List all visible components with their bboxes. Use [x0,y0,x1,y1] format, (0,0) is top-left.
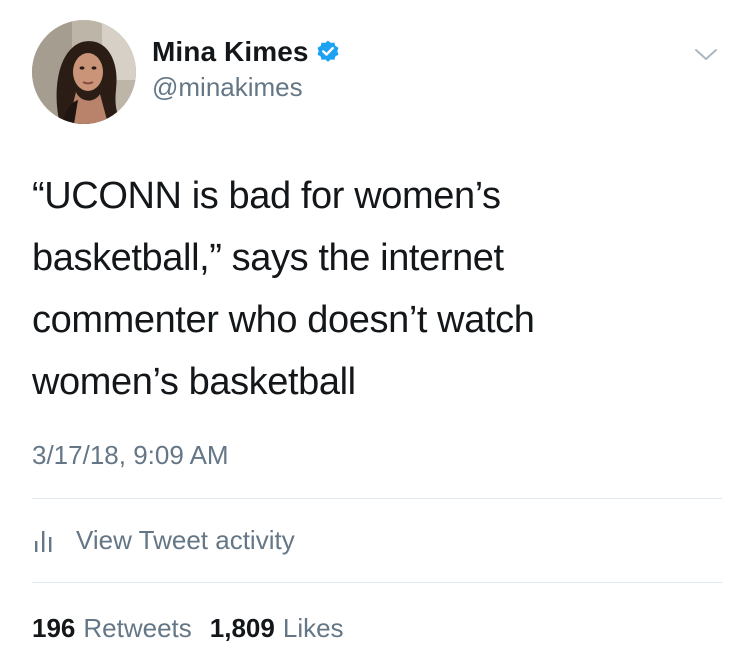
avatar-photo [32,20,136,124]
tweet-card: Mina Kimes @minakimes “UCONN is bad for … [0,0,750,666]
tweet-timestamp[interactable]: 3/17/18, 9:09 AM [32,440,229,471]
tweet-text: “UCONN is bad for women’s basketball,” s… [32,175,535,403]
retweets-label: Retweets [83,612,192,643]
retweets-count: 196 [32,612,76,643]
likes-stat[interactable]: 1,809 Likes [210,613,344,644]
avatar[interactable] [32,20,136,124]
divider [32,582,722,583]
bar-chart-icon [32,527,62,553]
view-tweet-activity-label: View Tweet activity [76,524,295,555]
likes-count: 1,809 [209,612,275,643]
author-handle[interactable]: @minakimes [152,72,303,103]
verified-badge-icon [315,39,341,65]
divider [32,498,722,499]
likes-label: Likes [282,612,344,643]
chevron-down-icon[interactable] [692,40,720,68]
author-name-row: Mina Kimes [152,34,341,70]
tweet-stats: 196 Retweets 1,809 Likes [32,610,362,646]
view-tweet-activity-button[interactable]: View Tweet activity [32,522,295,558]
retweets-stat[interactable]: 196 Retweets [32,613,192,644]
author-name[interactable]: Mina Kimes [152,36,309,68]
